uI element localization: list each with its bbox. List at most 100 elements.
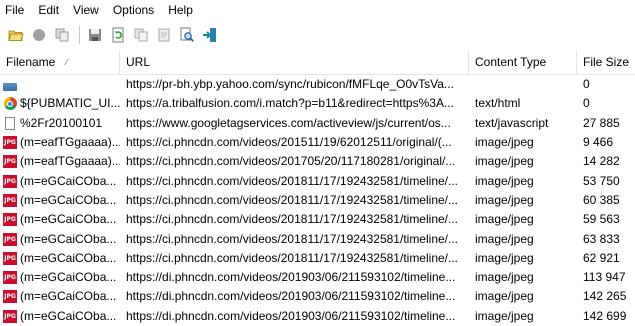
menu-file[interactable]: File bbox=[0, 0, 31, 20]
cell-file-size: 0 bbox=[583, 96, 590, 111]
cell-filename: JPG (m=eGCaiCOba... bbox=[0, 172, 120, 191]
save-icon[interactable] bbox=[86, 26, 104, 44]
cell-url: https://ci.phncdn.com/videos/201811/17/1… bbox=[126, 231, 458, 246]
column-header-filename[interactable]: Filename ∕ bbox=[0, 50, 120, 74]
unknown-file-icon bbox=[3, 78, 17, 92]
cell-file-size: 142 265 bbox=[583, 289, 627, 304]
table-row[interactable]: JPG (m=eGCaiCOba... https://di.phncdn.com/… bbox=[0, 268, 635, 287]
filename-text: (m=eGCaiCOba... bbox=[20, 289, 117, 304]
copy-files-icon[interactable] bbox=[53, 26, 71, 44]
cell-url: https://a.tribalfusion.com/i.match?p=b11… bbox=[126, 96, 454, 111]
jpeg-file-icon: JPG bbox=[3, 136, 17, 150]
cell-url: https://www.googletagservices.com/active… bbox=[126, 115, 451, 130]
search-icon[interactable] bbox=[178, 26, 196, 44]
table-row[interactable]: JPG (m=eafTGgaaaa)... https://ci.phncdn.co… bbox=[0, 133, 635, 152]
cell-content-type: image/jpeg bbox=[475, 270, 534, 285]
cell-file-size: 60 385 bbox=[583, 192, 620, 207]
cell-url: https://ci.phncdn.com/videos/201811/17/1… bbox=[126, 173, 458, 188]
cell-url: https://ci.phncdn.com/videos/201811/17/1… bbox=[126, 192, 458, 207]
jpeg-file-icon: JPG bbox=[3, 232, 17, 246]
table-row[interactable]: JPG (m=eGCaiCOba... https://di.phncdn.com/… bbox=[0, 307, 635, 326]
cell-url: https://di.phncdn.com/videos/201903/06/2… bbox=[126, 308, 456, 323]
column-header-file-size[interactable]: File Size bbox=[577, 50, 635, 74]
table-row[interactable]: JPG (m=eGCaiCOba... https://ci.phncdn.com/… bbox=[0, 229, 635, 248]
cell-filename bbox=[0, 78, 120, 92]
cell-file-size: 62 921 bbox=[583, 250, 620, 265]
table-header: Filename ∕ URL Content Type File Size bbox=[0, 50, 635, 75]
jpeg-file-icon: JPG bbox=[3, 309, 17, 323]
cell-content-type: image/jpeg bbox=[475, 135, 534, 150]
filename-text: (m=eafTGgaaaa)... bbox=[20, 154, 120, 169]
cell-url: https://pr-bh.ybp.yahoo.com/sync/rubicon… bbox=[126, 77, 454, 92]
filename-text: (m=eGCaiCOba... bbox=[20, 250, 117, 265]
table-row[interactable]: JPG (m=eGCaiCOba... https://ci.phncdn.com/… bbox=[0, 249, 635, 268]
cell-filename: JPG (m=eafTGgaaaa)... bbox=[0, 152, 120, 171]
cell-filename: %2Fr20100101 bbox=[0, 114, 120, 133]
cell-filename: JPG (m=eGCaiCOba... bbox=[0, 249, 120, 268]
menu-bar: File Edit View Options Help bbox=[0, 0, 635, 20]
filename-text: (m=eGCaiCOba... bbox=[20, 308, 117, 323]
cell-content-type: text/html bbox=[475, 96, 521, 111]
cell-content-type: text/javascript bbox=[475, 115, 549, 130]
filename-text: (m=eafTGgaaaa)... bbox=[20, 135, 120, 150]
column-header-content-type[interactable]: Content Type bbox=[469, 50, 577, 74]
refresh-icon[interactable] bbox=[109, 26, 127, 44]
menu-edit[interactable]: Edit bbox=[31, 0, 66, 20]
cell-url: https://di.phncdn.com/videos/201903/06/2… bbox=[126, 289, 456, 304]
table-row[interactable]: JPG (m=eGCaiCOba... https://ci.phncdn.com/… bbox=[0, 171, 635, 190]
cell-url: https://ci.phncdn.com/videos/201705/20/1… bbox=[126, 154, 456, 169]
table-row[interactable]: JPG (m=eafTGgaaaa)... https://ci.phncdn.co… bbox=[0, 152, 635, 171]
cell-content-type: image/jpeg bbox=[475, 250, 534, 265]
cell-file-size: 59 563 bbox=[583, 212, 620, 227]
jpeg-file-icon: JPG bbox=[3, 174, 17, 188]
table-row[interactable]: JPG (m=eGCaiCOba... https://ci.phncdn.com/… bbox=[0, 191, 635, 210]
filename-text: (m=eGCaiCOba... bbox=[20, 173, 117, 188]
menu-help[interactable]: Help bbox=[161, 0, 200, 20]
cell-file-size: 14 282 bbox=[583, 154, 620, 169]
jpeg-file-icon: JPG bbox=[3, 251, 17, 265]
jpeg-file-icon: JPG bbox=[3, 193, 17, 207]
table-row[interactable]: ${PUBMATIC_UI... https://a.tribalfusion.c… bbox=[0, 94, 635, 113]
cell-content-type: image/jpeg bbox=[475, 231, 534, 246]
filename-text: (m=eGCaiCOba... bbox=[20, 231, 117, 246]
jpeg-file-icon: JPG bbox=[3, 271, 17, 285]
toolbar-separator bbox=[79, 25, 80, 44]
stop-icon[interactable] bbox=[30, 26, 48, 44]
cell-content-type: image/jpeg bbox=[475, 212, 534, 227]
table-row[interactable]: https://pr-bh.ybp.yahoo.com/sync/rubicon… bbox=[0, 75, 635, 94]
cell-filename: JPG (m=eGCaiCOba... bbox=[0, 307, 120, 326]
filename-text: (m=eGCaiCOba... bbox=[20, 192, 117, 207]
toolbar bbox=[0, 21, 635, 48]
document-icon bbox=[3, 116, 17, 130]
copy-icon[interactable] bbox=[132, 26, 150, 44]
cell-filename: JPG (m=eGCaiCOba... bbox=[0, 230, 120, 249]
menu-options[interactable]: Options bbox=[106, 0, 161, 20]
cell-file-size: 113 947 bbox=[583, 270, 626, 285]
column-header-url[interactable]: URL bbox=[120, 50, 469, 74]
cell-filename: JPG (m=eGCaiCOba... bbox=[0, 191, 120, 210]
table-row[interactable]: JPG (m=eGCaiCOba... https://di.phncdn.com/… bbox=[0, 287, 635, 306]
jpeg-file-icon: JPG bbox=[3, 290, 17, 304]
cell-file-size: 53 750 bbox=[583, 173, 620, 188]
cell-filename: JPG (m=eGCaiCOba... bbox=[0, 287, 120, 306]
jpeg-file-icon: JPG bbox=[3, 213, 17, 227]
cell-file-size: 27 885 bbox=[583, 115, 620, 130]
cell-file-size: 9 466 bbox=[583, 135, 614, 150]
properties-icon[interactable] bbox=[155, 26, 173, 44]
cell-file-size: 63 833 bbox=[583, 231, 620, 246]
table-row[interactable]: %2Fr20100101 https://www.googletagservice… bbox=[0, 114, 635, 133]
table-row[interactable]: JPG (m=eGCaiCOba... https://ci.phncdn.com/… bbox=[0, 210, 635, 229]
cell-content-type: image/jpeg bbox=[475, 154, 534, 169]
cell-content-type: image/jpeg bbox=[475, 289, 534, 304]
open-folder-icon[interactable] bbox=[7, 26, 25, 44]
filename-text: (m=eGCaiCOba... bbox=[20, 212, 117, 227]
exit-icon[interactable] bbox=[201, 26, 219, 44]
cell-url: https://ci.phncdn.com/videos/201511/19/6… bbox=[126, 135, 452, 150]
cell-filename: ${PUBMATIC_UI... bbox=[0, 94, 120, 113]
menu-view[interactable]: View bbox=[66, 0, 106, 20]
jpeg-file-icon: JPG bbox=[3, 155, 17, 169]
cell-url: https://ci.phncdn.com/videos/201811/17/1… bbox=[126, 212, 458, 227]
sort-ascending-icon: ∕ bbox=[66, 57, 68, 67]
cell-content-type: image/jpeg bbox=[475, 173, 534, 188]
file-list: https://pr-bh.ybp.yahoo.com/sync/rubicon… bbox=[0, 75, 635, 326]
